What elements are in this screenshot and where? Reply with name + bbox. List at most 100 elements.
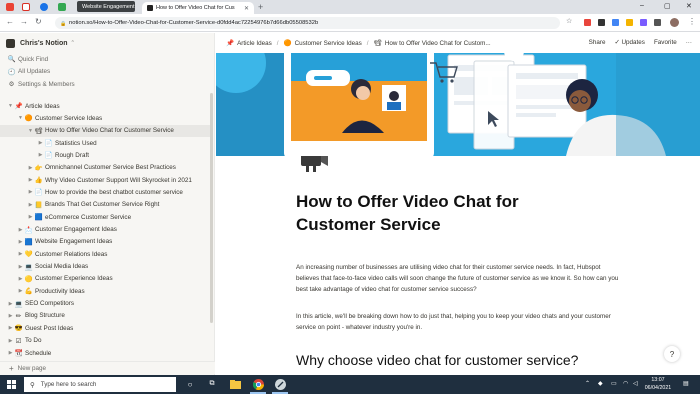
people-icon[interactable]: ⌃: [585, 380, 590, 387]
new-page-button[interactable]: + New page: [0, 361, 215, 374]
caret-down-icon[interactable]: ▼: [17, 115, 24, 121]
caret-right-icon[interactable]: ▶: [17, 239, 24, 245]
sidebar-page-item[interactable]: ▼ 🟠 Customer Service Ideas: [0, 112, 213, 124]
extension-icon[interactable]: [640, 19, 647, 26]
taskbar-clock[interactable]: 13:07 06/04/2021: [641, 377, 675, 392]
extension-icon[interactable]: [626, 19, 633, 26]
sidebar-quick-link[interactable]: 🔍 Quick Find: [0, 53, 213, 65]
dropbox-icon[interactable]: ◆: [598, 380, 603, 387]
chrome-icon[interactable]: [252, 378, 264, 390]
url-bar[interactable]: 🔒 notion.so/How-to-Offer-Video-Chat-for-…: [55, 17, 560, 29]
sidebar-page-item[interactable]: ▶ 👍 Why Video Customer Support Will Skyroc…: [0, 174, 213, 186]
snip-tool-icon[interactable]: [274, 378, 286, 390]
caret-right-icon[interactable]: ▶: [7, 313, 14, 319]
caret-right-icon[interactable]: ▶: [27, 177, 34, 183]
sidebar-page-item[interactable]: ▶ 🟦 Website Engagement Ideas: [0, 236, 213, 248]
caret-right-icon[interactable]: ▶: [7, 350, 14, 356]
caret-right-icon[interactable]: ▶: [7, 301, 14, 307]
caret-right-icon[interactable]: ▶: [37, 140, 44, 146]
close-tab-icon[interactable]: ✕: [244, 5, 249, 12]
wifi-icon[interactable]: ◠: [623, 380, 628, 387]
caret-right-icon[interactable]: ▶: [7, 338, 14, 344]
extension-icon[interactable]: [612, 19, 619, 26]
sidebar-page-item[interactable]: ▶ 💛 Customer Relations Ideas: [0, 248, 213, 260]
sidebar-quick-link[interactable]: ⚙ Settings & Members: [0, 78, 213, 90]
cortana-icon[interactable]: ○: [184, 378, 196, 390]
caret-right-icon[interactable]: ▶: [7, 325, 14, 331]
new-tab-button[interactable]: +: [258, 2, 263, 12]
more-options-button[interactable]: ···: [686, 39, 692, 46]
video-camera-icon[interactable]: [296, 156, 332, 174]
caret-down-icon[interactable]: ▼: [27, 128, 34, 134]
sidebar-page-item[interactable]: ▶ 📄 Statistics Used: [0, 137, 213, 149]
sidebar-page-item[interactable]: ▶ 📆 Schedule: [0, 347, 213, 359]
favorite-button[interactable]: Favorite: [654, 39, 677, 46]
sidebar-page-item[interactable]: ▶ 🟡 Customer Experience Ideas: [0, 273, 213, 285]
breadcrumb-item[interactable]: 📽 How to Offer Video Chat for Custom...: [374, 39, 491, 48]
maximize-icon[interactable]: ▢: [664, 2, 671, 10]
bookmark-star-icon[interactable]: ☆: [566, 17, 572, 25]
profile-avatar[interactable]: [670, 18, 679, 27]
sidebar-page-item[interactable]: ▼ 📽 How to Offer Video Chat for Customer S…: [0, 124, 213, 137]
app-tab-icon[interactable]: [22, 3, 30, 11]
battery-icon[interactable]: ▭: [611, 380, 617, 387]
taskbar-search-box[interactable]: ⚲ Type here to search: [24, 377, 176, 392]
back-icon[interactable]: ←: [6, 17, 14, 26]
file-explorer-icon[interactable]: [229, 378, 241, 390]
section-heading[interactable]: Why choose video chat for customer servi…: [296, 352, 578, 368]
breadcrumb-item[interactable]: 🟠 Customer Service Ideas: [284, 39, 362, 48]
sidebar-page-item[interactable]: ▶ 🟦 eCommerce Customer Service: [0, 211, 213, 223]
sidebar-scrollbar[interactable]: [210, 93, 213, 323]
caret-right-icon[interactable]: ▶: [17, 227, 24, 233]
extension-icon[interactable]: [598, 19, 605, 26]
workspace-switcher[interactable]: Chris's Notion ⌃: [0, 36, 75, 50]
breadcrumb-item[interactable]: 📌 Article Ideas: [226, 39, 272, 48]
caret-down-icon[interactable]: ▼: [7, 103, 14, 109]
sidebar-page-item[interactable]: ▼ 📌 Article Ideas: [0, 100, 213, 112]
extension-icon[interactable]: [584, 19, 591, 26]
caret-right-icon[interactable]: ▶: [17, 251, 24, 257]
help-button[interactable]: ?: [664, 346, 680, 362]
caret-right-icon[interactable]: ▶: [27, 165, 34, 171]
browser-menu-icon[interactable]: ⋮: [688, 17, 696, 26]
drive-tab-icon[interactable]: [58, 3, 66, 11]
volume-icon[interactable]: ◁: [633, 380, 638, 387]
minimize-icon[interactable]: –: [640, 2, 644, 9]
sidebar-quick-link[interactable]: 🕘 All Updates: [0, 66, 213, 78]
windows-start-icon[interactable]: [7, 380, 16, 389]
sidebar-page-item[interactable]: ▶ 📩 Customer Engagement Ideas: [0, 224, 213, 236]
reload-icon[interactable]: ↻: [35, 17, 42, 26]
page-title[interactable]: How to Offer Video Chat for Customer Ser…: [296, 190, 586, 236]
sidebar-page-item[interactable]: ▶ 😎 Guest Post Ideas: [0, 322, 213, 334]
forward-icon[interactable]: →: [20, 17, 28, 26]
share-button[interactable]: Share: [589, 39, 606, 46]
tab-active[interactable]: How to Offer Video Chat for Cus ✕: [142, 2, 254, 14]
caret-right-icon[interactable]: ▶: [17, 288, 24, 294]
sidebar-page-item[interactable]: ▶ 📄 How to provide the best chatbot custom…: [0, 186, 213, 198]
sidebar-page-item[interactable]: ▶ ✏ Blog Structure: [0, 310, 213, 322]
paragraph-overview[interactable]: In this article, we'll be breaking down …: [296, 311, 621, 333]
close-window-icon[interactable]: ✕: [686, 2, 692, 10]
sidebar-page-item[interactable]: ▶ ☑ To Do: [0, 335, 213, 347]
gmail-tab-icon[interactable]: [6, 3, 14, 11]
caret-right-icon[interactable]: ▶: [27, 189, 34, 195]
sidebar-page-item[interactable]: ▶ 📄 Rough Draft: [0, 149, 213, 161]
sidebar-page-item[interactable]: ▶ 💻 Social Media Ideas: [0, 261, 213, 273]
refresh-tab-icon[interactable]: [40, 3, 48, 11]
updates-button[interactable]: ✓ Updates: [614, 39, 645, 46]
sidebar-page-item[interactable]: ▶ 👉 Omnichannel Customer Service Best Prac…: [0, 162, 213, 174]
tab-website-engagement[interactable]: Website Engagement: [77, 1, 135, 12]
paragraph-intro[interactable]: An increasing number of businesses are u…: [296, 262, 621, 295]
sidebar-page-item[interactable]: ▶ 💪 Productivity Ideas: [0, 285, 213, 297]
caret-right-icon[interactable]: ▶: [27, 202, 34, 208]
caret-right-icon[interactable]: ▶: [27, 214, 34, 220]
caret-right-icon[interactable]: ▶: [17, 276, 24, 282]
sidebar-page-label: eCommerce Customer Service: [45, 213, 132, 221]
notifications-icon[interactable]: ▤: [683, 380, 689, 387]
task-view-icon[interactable]: ⧉: [206, 378, 218, 390]
sidebar-page-item[interactable]: ▶ 📒 Brands That Get Customer Service Right: [0, 199, 213, 211]
sidebar-page-item[interactable]: ▶ 💻 SEO Competitors: [0, 298, 213, 310]
caret-right-icon[interactable]: ▶: [17, 264, 24, 270]
caret-right-icon[interactable]: ▶: [37, 152, 44, 158]
extensions-puzzle-icon[interactable]: [654, 19, 661, 26]
